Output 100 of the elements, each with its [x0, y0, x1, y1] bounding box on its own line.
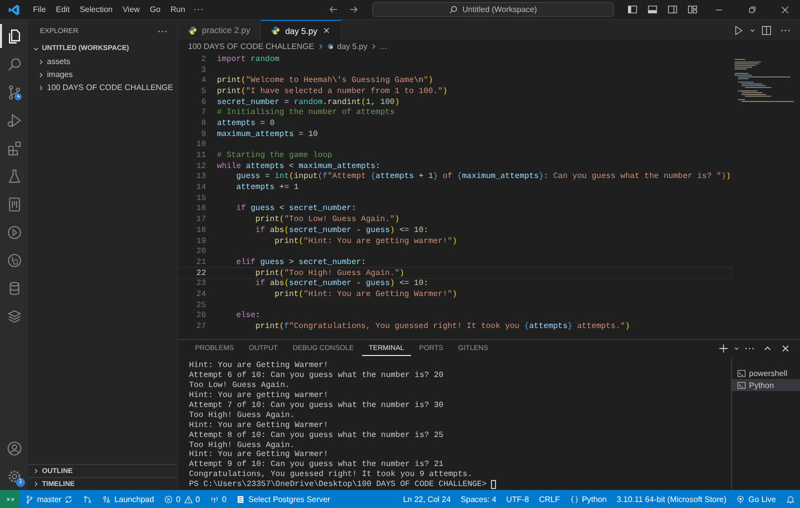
terminal-icon — [737, 380, 746, 390]
chevron-down-icon[interactable] — [733, 345, 740, 352]
menu-item[interactable]: Edit — [50, 5, 75, 14]
run-debug-icon[interactable] — [6, 112, 22, 128]
indentation-status[interactable]: Spaces: 4 — [456, 494, 502, 504]
terminal-icon — [737, 368, 746, 378]
line-number: 13 — [195, 172, 206, 182]
menu-item[interactable]: Run — [165, 5, 190, 14]
branch-icon — [25, 494, 34, 504]
terminal-line: Hint: You are getting warmer! — [189, 391, 328, 400]
restore-icon[interactable] — [747, 4, 757, 14]
extensions-icon[interactable] — [6, 140, 22, 156]
terminal-line: Hint: You are Getting Warmer! — [189, 420, 328, 430]
code-line: print("I have selected a number from 1 to 100.") — [217, 86, 448, 96]
code-line: print(f"Congratulations, You guessed right! It took you {attempts} attempts.") — [254, 322, 630, 332]
split-editor-icon[interactable] — [761, 24, 772, 36]
panel-toggle-icon[interactable] — [647, 4, 658, 15]
code-line: if guess < secret_number: — [235, 204, 356, 214]
code-line: attempts += 1 — [235, 183, 299, 192]
cursor-position-status[interactable]: Ln 22, Col 24 — [398, 494, 456, 504]
line-ending-status[interactable]: CRLF — [534, 494, 565, 504]
code-line: attempts = 0 — [217, 118, 275, 128]
terminal-line: Attempt 8 of 10: Can you guess what the number is? 25 — [189, 430, 444, 440]
folder-item[interactable]: 100 DAYS OF CODE CHALLENGE — [28, 81, 177, 94]
secondary-sidebar-icon[interactable] — [667, 4, 678, 15]
plus-icon[interactable] — [718, 343, 729, 354]
line-number: 15 — [195, 194, 206, 203]
breadcrumb-item[interactable]: 100 DAYS OF CODE CHALLENGE — [188, 42, 314, 51]
close-icon[interactable] — [322, 26, 332, 35]
line-number: 16 — [195, 204, 206, 214]
chevron-down-icon[interactable] — [749, 26, 756, 34]
error-icon — [164, 494, 174, 504]
bell-icon[interactable] — [786, 494, 795, 504]
line-number: 27 — [195, 322, 206, 332]
layout-icon[interactable] — [687, 4, 698, 15]
chevron-right-icon — [370, 43, 378, 50]
line-number: 22 — [195, 268, 206, 278]
code-line: while attempts < maximum_attempts: — [217, 162, 380, 171]
terminal-line: Too High! Guess Again. — [189, 440, 295, 450]
line-number: 17 — [195, 215, 206, 224]
line-number: 8 — [200, 118, 206, 128]
line-number: 19 — [195, 236, 206, 246]
python-file-icon — [327, 43, 334, 50]
menu-item[interactable]: Selection — [74, 5, 118, 14]
search-icon — [449, 5, 458, 14]
terminal-line: Too Low! Guess Again. — [189, 381, 290, 390]
terminal-line: Congratulations, You guessed right! It took you 9 attempts. — [189, 470, 472, 480]
play-circle-icon[interactable] — [6, 224, 22, 240]
menu-item[interactable]: Go — [144, 5, 166, 14]
encoding-status[interactable]: UTF-8 — [501, 494, 534, 504]
settings-icon[interactable] — [6, 468, 22, 484]
python-file-icon — [188, 26, 197, 34]
menu-item[interactable]: View — [118, 5, 145, 14]
account-icon[interactable] — [6, 440, 22, 456]
line-number: 2 — [200, 54, 206, 64]
code-line: maximum_attempts = 10 — [217, 130, 318, 139]
database-circle-icon[interactable] — [6, 252, 22, 268]
braces-icon — [570, 494, 579, 504]
folder-item[interactable]: assets — [28, 55, 177, 68]
terminal-list-item[interactable]: Python — [732, 379, 800, 391]
editor-tab[interactable]: day 5.py — [261, 20, 342, 40]
run-icon[interactable] — [733, 24, 744, 36]
forward-arrow-icon[interactable] — [348, 4, 360, 15]
folder-item[interactable]: images — [28, 68, 177, 81]
ports-status[interactable]: 0 — [204, 494, 232, 504]
document-icon — [236, 494, 246, 504]
language-status[interactable]: Python — [564, 494, 612, 504]
terminal-line: Attempt 9 of 10: Can you guess what the number is? 21 — [189, 460, 444, 470]
terminal-line: Hint: You are Getting Warmer! — [189, 450, 328, 460]
back-arrow-icon[interactable] — [328, 4, 340, 15]
close-icon[interactable] — [780, 343, 791, 354]
go-live-button[interactable]: Go Live — [731, 494, 781, 504]
launchpad-status[interactable]: Launchpad — [97, 494, 160, 504]
line-number: 11 — [195, 151, 206, 160]
active-indicator — [0, 24, 2, 48]
breadcrumb-item[interactable]: day 5.py — [337, 42, 368, 51]
postgres-status[interactable]: Select Postgres Server — [231, 494, 336, 504]
terminal-list-item[interactable]: powershell — [732, 367, 800, 379]
line-number: 20 — [195, 247, 206, 256]
menu-item[interactable]: File — [28, 5, 51, 14]
terminal-line: PS C:\Users\23357\OneDrive\Desktop\100 DAYS OF CODE CHALLENGE> — [189, 480, 488, 490]
command-center-field[interactable]: Untitled (Workspace) — [372, 2, 614, 17]
code-line: # Initialising the number of attempts — [217, 108, 395, 118]
problems-status[interactable]: 0 0 — [159, 494, 205, 504]
layers-icon[interactable] — [6, 308, 22, 324]
interpreter-status[interactable]: 3.10.11 64-bit (Microsoft Store) — [612, 494, 732, 504]
branch-status[interactable]: master — [20, 494, 78, 504]
line-number: 7 — [200, 108, 206, 118]
terminal-line: Hint: You are Getting Warmer! — [189, 361, 328, 370]
warning-icon — [184, 494, 192, 504]
line-number: 12 — [195, 162, 206, 171]
sidebar-toggle-icon[interactable] — [627, 4, 638, 15]
breadcrumb-item[interactable]: ... — [380, 42, 388, 51]
close-icon[interactable] — [780, 4, 790, 14]
git-graph-icon[interactable] — [83, 494, 92, 504]
line-number: 21 — [195, 258, 206, 267]
code-line: if abs(secret_number - guess) <= 10: — [254, 226, 428, 235]
search-icon[interactable] — [6, 56, 22, 72]
terminal-line: Attempt 7 of 10: Can you guess what the number is? 30 — [189, 401, 444, 410]
python-file-icon — [271, 26, 280, 35]
